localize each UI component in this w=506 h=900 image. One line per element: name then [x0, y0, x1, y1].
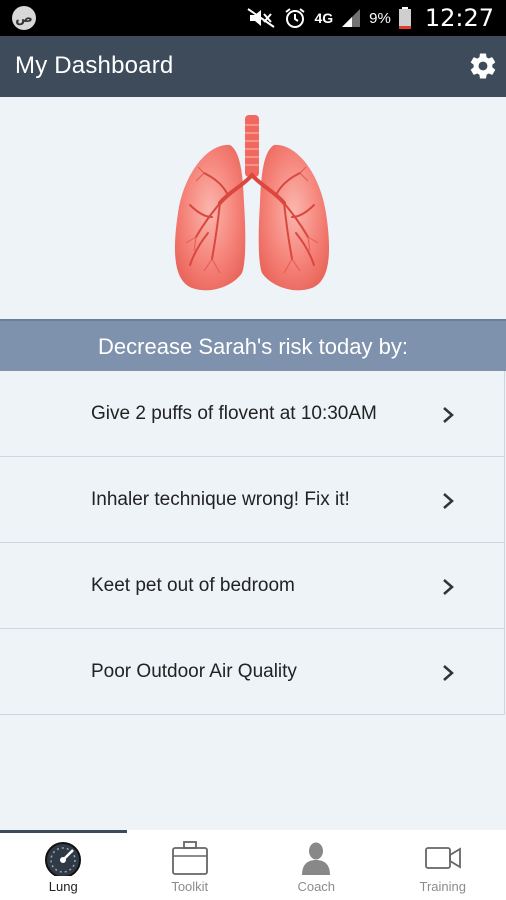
- chevron-right-icon: [443, 579, 454, 595]
- task-label: Keet pet out of bedroom: [91, 575, 295, 596]
- status-icons: 4G 9% 12:27: [246, 0, 506, 36]
- list-item[interactable]: Keet pet out of bedroom: [0, 543, 504, 629]
- chevron-right-icon: [443, 493, 454, 509]
- app-notification-icon: ص: [12, 6, 36, 30]
- battery-percent: 9%: [369, 9, 391, 27]
- network-type-label: 4G: [314, 10, 334, 26]
- list-item[interactable]: Poor Outdoor Air Quality: [0, 629, 504, 715]
- list-item[interactable]: Inhaler technique wrong! Fix it!: [0, 457, 504, 543]
- list-item[interactable]: Give 2 puffs of flovent at 10:30AM: [0, 371, 504, 457]
- page-title: My Dashboard: [15, 52, 174, 79]
- tab-training[interactable]: Training: [380, 830, 506, 900]
- task-list: Give 2 puffs of flovent at 10:30AM Inhal…: [0, 371, 505, 715]
- alarm-icon: [285, 8, 306, 28]
- person-icon: [302, 842, 331, 875]
- toolkit-icon: [171, 841, 208, 875]
- speedometer-icon: [45, 842, 82, 876]
- status-clock: 12:27: [424, 4, 494, 32]
- section-header: Decrease Sarah's risk today by:: [0, 319, 506, 371]
- bottom-nav: Lung Toolkit Coach Training: [0, 830, 506, 900]
- video-camera-icon: [424, 847, 461, 869]
- tab-label: Toolkit: [171, 879, 209, 894]
- tab-toolkit[interactable]: Toolkit: [127, 830, 254, 900]
- task-label: Poor Outdoor Air Quality: [91, 661, 297, 682]
- chevron-right-icon: [443, 665, 454, 681]
- lungs-icon: [174, 115, 330, 291]
- hero-section: [0, 97, 506, 319]
- battery-icon: [398, 7, 411, 29]
- tab-label: Training: [419, 879, 466, 894]
- chevron-right-icon: [443, 407, 454, 423]
- signal-icon: [342, 9, 361, 27]
- tab-lung[interactable]: Lung: [0, 830, 127, 900]
- task-label: Inhaler technique wrong! Fix it!: [91, 489, 350, 510]
- task-label: Give 2 puffs of flovent at 10:30AM: [91, 403, 377, 424]
- status-bar: ص 4G 9% 12:27: [0, 0, 506, 36]
- tab-coach[interactable]: Coach: [253, 830, 380, 900]
- app-bar: My Dashboard: [0, 36, 506, 97]
- mute-icon: [247, 8, 276, 28]
- gear-icon[interactable]: [468, 51, 498, 81]
- tab-label: Coach: [297, 879, 336, 894]
- tab-label: Lung: [48, 879, 78, 894]
